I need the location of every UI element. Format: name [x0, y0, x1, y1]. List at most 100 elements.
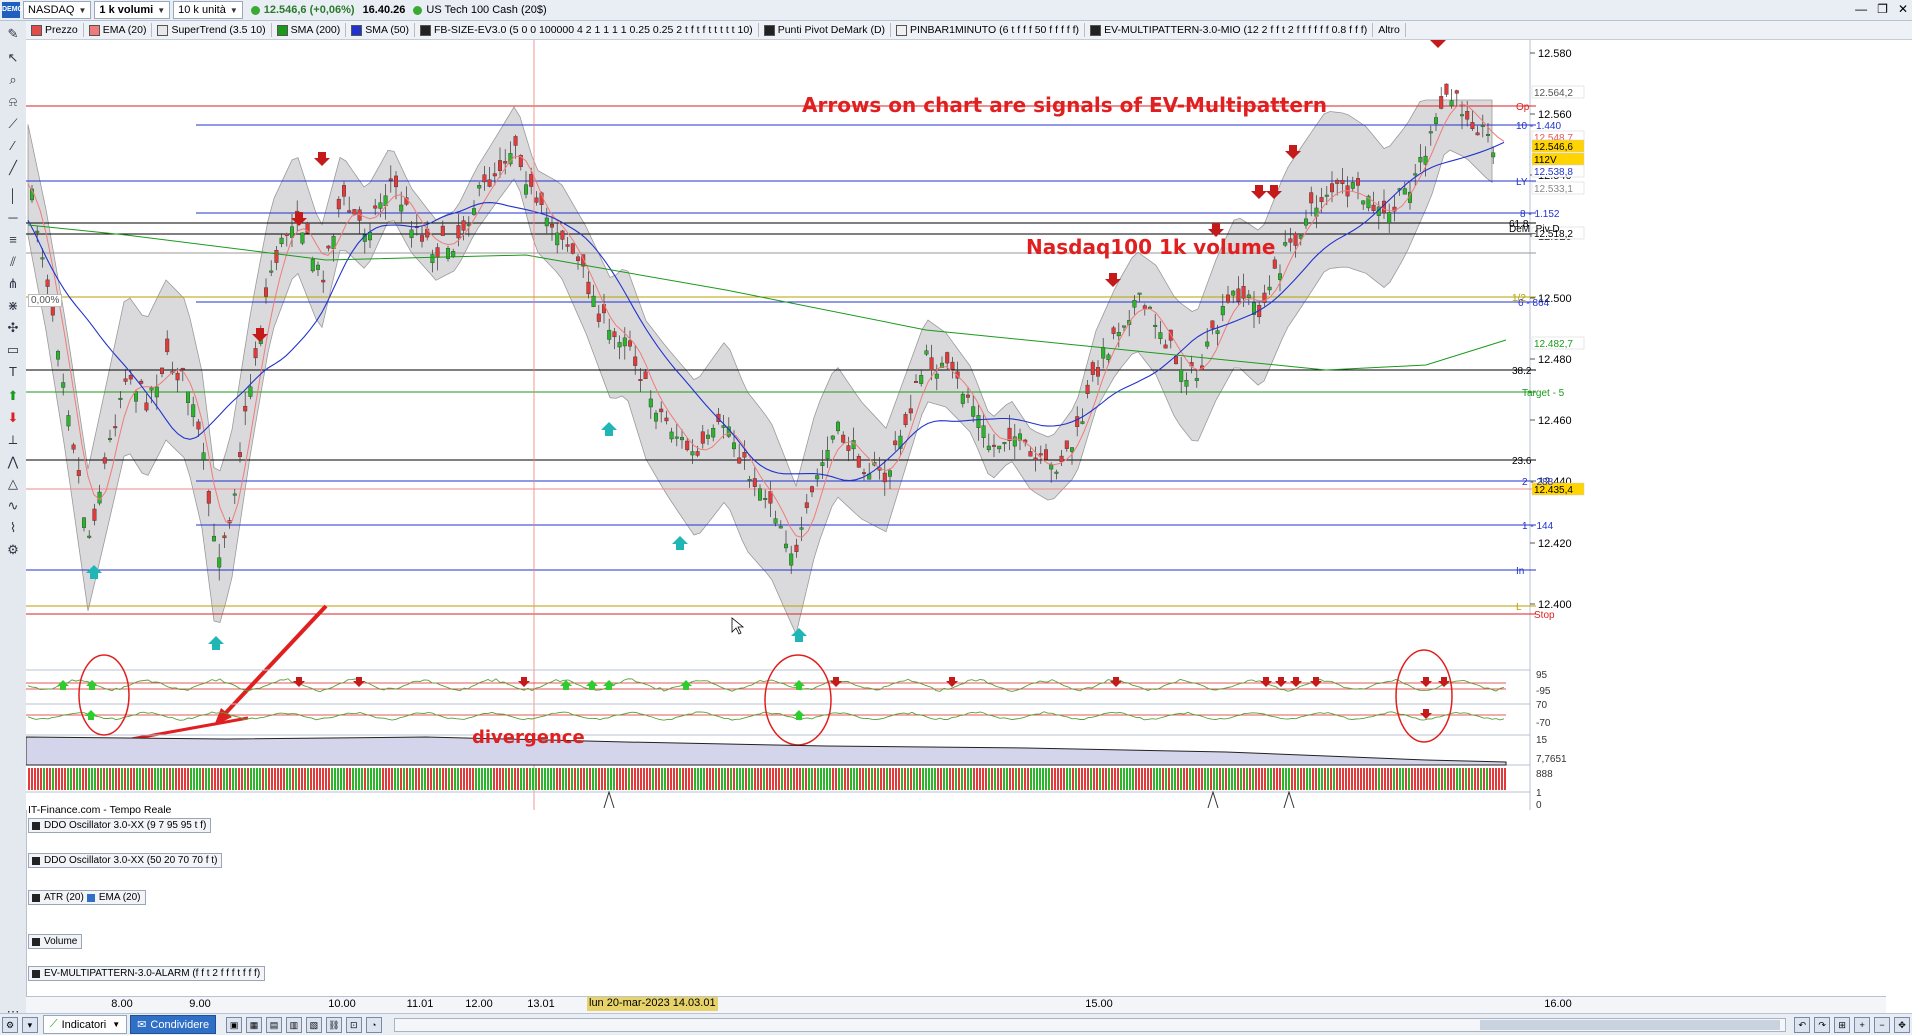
close-icon[interactable]: ✕: [1898, 2, 1908, 16]
ddo2-legend[interactable]: DDO Oscillator 3.0-XX (50 20 70 70 f t): [28, 853, 223, 868]
zoom-icon[interactable]: ⌕: [4, 71, 22, 89]
ruler-icon[interactable]: ⟂: [4, 431, 22, 449]
pan-icon[interactable]: ✥: [1894, 1016, 1910, 1033]
restore-icon[interactable]: ❐: [1877, 2, 1888, 16]
time-axis[interactable]: lun 20-mar-2023 14.03.01 8.00 9.00 10.00 11…: [26, 996, 1886, 1013]
units-select[interactable]: 10 k unità ▼: [173, 1, 243, 19]
alarm-legend[interactable]: EV-MULTIPATTERN-3.0-ALARM (f f t 2 f f f…: [28, 966, 266, 981]
level-label: DeM_Piv D: [1509, 224, 1560, 235]
bell-icon[interactable]: ◔: [365, 1016, 382, 1033]
channel-icon[interactable]: ⫽: [4, 253, 22, 271]
candle-body: [1371, 204, 1376, 211]
text-icon[interactable]: T: [4, 363, 22, 381]
layout-icon[interactable]: ▤: [266, 1016, 282, 1033]
legend-item[interactable]: SuperTrend (3.5 10): [152, 23, 272, 37]
dropdown-icon[interactable]: ▾: [21, 1016, 38, 1033]
bottom-toolbar: ⚙ ▾ ⟋ Indicatori ▼ ✉ Condividere ▣ ▦ ▤ ▥ ▧ …: [0, 1013, 1912, 1035]
fibonacci-icon[interactable]: ≡: [4, 231, 22, 249]
candle-body: [388, 178, 393, 181]
volume-bar: [1288, 768, 1290, 790]
gann-icon[interactable]: ⋇: [4, 297, 22, 315]
elliott-icon[interactable]: ⌇: [4, 519, 22, 537]
redo-icon[interactable]: ↷: [1814, 1016, 1831, 1033]
triangle-icon[interactable]: △: [4, 475, 22, 493]
screenshot-icon[interactable]: ▣: [226, 1016, 243, 1033]
interval-select[interactable]: 1 k volumi ▼: [94, 1, 171, 19]
level-label: 2 - 288: [1522, 477, 1554, 488]
volume-bar: [1495, 768, 1497, 790]
candle-body: [966, 394, 971, 398]
volume-bar: [877, 768, 879, 790]
volume-bar: [562, 768, 564, 790]
volume-bar: [43, 768, 45, 790]
legend-item[interactable]: Prezzo: [26, 23, 84, 37]
volume-bar: [616, 768, 618, 790]
candle-body: [1049, 464, 1054, 470]
wave-icon[interactable]: ∿: [4, 497, 22, 515]
share-button[interactable]: ✉ Condividere: [130, 1015, 217, 1034]
legend-item[interactable]: SMA (200): [272, 23, 347, 37]
volume-bar: [82, 768, 84, 790]
ray-icon[interactable]: ∕: [4, 137, 22, 155]
volume-bar: [1108, 768, 1110, 790]
candle-body: [118, 397, 123, 400]
legend-item[interactable]: EV-MULTIPATTERN-3.0-MIO (12 2 f f t 2 f …: [1085, 23, 1374, 37]
legend-item[interactable]: EMA (20): [84, 23, 153, 37]
volume-bar: [1417, 768, 1419, 790]
horizontal-line-icon[interactable]: ─: [4, 209, 22, 227]
scrollbar-thumb[interactable]: [1479, 1019, 1780, 1030]
link-icon[interactable]: ⛓: [325, 1016, 342, 1033]
undo-icon[interactable]: ↶: [1794, 1016, 1811, 1033]
candle-body: [1335, 180, 1340, 184]
ddo1-legend[interactable]: DDO Oscillator 3.0-XX (9 7 95 95 t f): [28, 818, 212, 833]
legend-item[interactable]: FB-SIZE-EV3.0 (5 0 0 100000 4 2 1 1 1 1 …: [415, 23, 759, 37]
candle-body: [1210, 320, 1215, 329]
zoom-in-icon[interactable]: +: [1854, 1016, 1871, 1033]
volume-bar: [715, 768, 717, 790]
vertical-line-icon[interactable]: │: [4, 187, 22, 205]
segment-icon[interactable]: ⟋: [4, 115, 22, 133]
volume-bar: [1426, 768, 1428, 790]
settings-icon[interactable]: ⚙: [4, 541, 22, 559]
pencil-icon[interactable]: ✎: [4, 25, 22, 43]
arrow-down-icon[interactable]: ⬇: [4, 409, 22, 427]
atr-ema-swatch: [86, 893, 95, 902]
minimize-icon[interactable]: —: [1855, 2, 1867, 16]
legend-item[interactable]: PINBAR1MINUTO (6 t f f f 50 f f f f f): [891, 23, 1086, 37]
volume-bar: [772, 768, 774, 790]
candle-body: [1080, 421, 1085, 424]
alarm-swatch: [32, 969, 40, 978]
volume-bar: [502, 768, 504, 790]
cycle-icon[interactable]: ✣: [4, 319, 22, 337]
pointer-icon[interactable]: ↖: [4, 49, 22, 67]
candle-body: [934, 373, 939, 379]
rectangle-icon[interactable]: ▭: [4, 341, 22, 359]
candle-body: [784, 543, 789, 549]
volume-bar: [421, 768, 423, 790]
price-chart[interactable]: 12.58012.56012.54012.52012.50012.48012.4…: [26, 40, 1912, 810]
candle-body: [149, 387, 154, 391]
volume-legend[interactable]: Volume: [28, 934, 83, 949]
alarm-icon[interactable]: ⍾: [4, 93, 22, 111]
pattern-icon[interactable]: ⋀: [4, 453, 22, 471]
volume-bar: [274, 768, 276, 790]
horizontal-scrollbar[interactable]: [393, 1017, 1787, 1032]
settings-gear-icon[interactable]: ⚙: [2, 1016, 18, 1033]
level-label: 10 - 1.440: [1516, 121, 1561, 132]
lock-icon[interactable]: ⊡: [345, 1016, 362, 1033]
zoom-fit-icon[interactable]: ⊞: [1834, 1016, 1851, 1033]
zoom-out-icon[interactable]: −: [1874, 1016, 1891, 1033]
grid-icon[interactable]: ▦: [246, 1016, 262, 1033]
indicators-button[interactable]: ⟋ Indicatori ▼: [42, 1015, 128, 1034]
template-icon[interactable]: ▥: [285, 1016, 302, 1033]
volume-bar: [448, 768, 450, 790]
legend-item[interactable]: SMA (50): [346, 23, 415, 37]
instrument-select[interactable]: NASDAQ ▼: [23, 1, 92, 19]
legend-more-button[interactable]: Altro: [1373, 23, 1406, 37]
arrow-up-icon[interactable]: ⬆: [4, 387, 22, 405]
atr-legend[interactable]: ATR (20) EMA (20): [28, 890, 146, 905]
calendar-icon[interactable]: ▧: [305, 1016, 322, 1033]
trendline-icon[interactable]: ╱: [4, 159, 22, 177]
pitchfork-icon[interactable]: ⋔: [4, 275, 22, 293]
legend-item[interactable]: Punti Pivot DeMark (D): [759, 23, 892, 37]
